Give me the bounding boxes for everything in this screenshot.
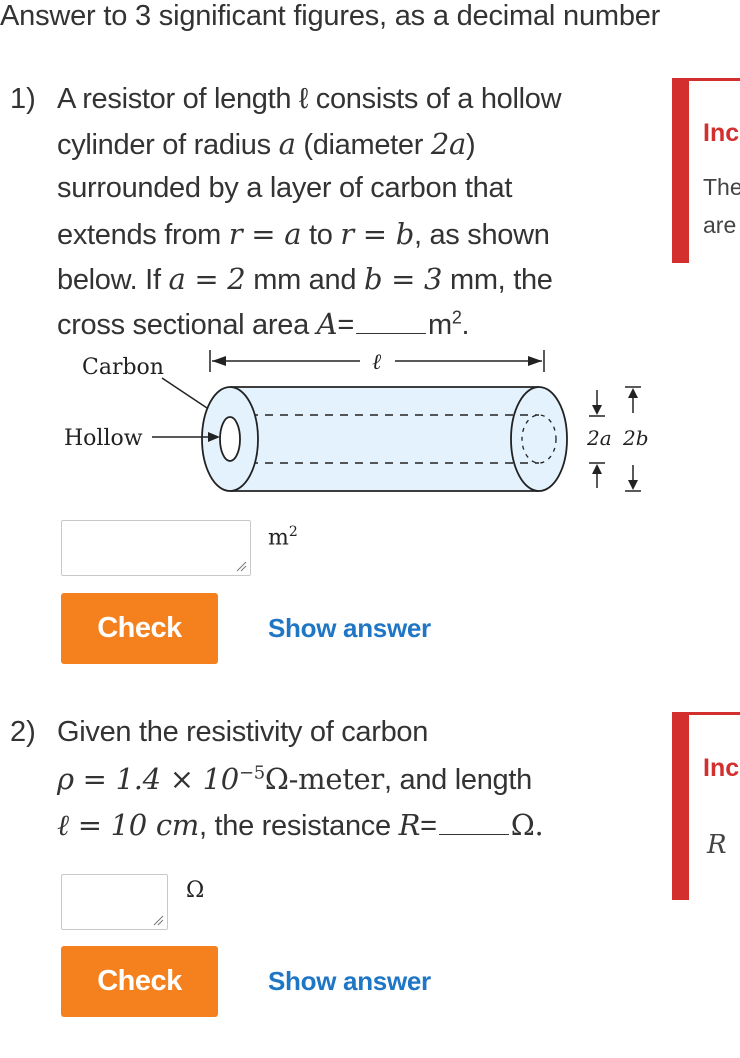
check-button-q2[interactable]: Check (61, 946, 218, 1017)
answer-blank (438, 810, 509, 835)
check-button-q1[interactable]: Check (61, 593, 218, 664)
question-text-line: below. If a = 2 mm and b = 3 mm, the (57, 262, 553, 296)
hollow-bore (219, 416, 241, 462)
unit-label-q1: m2 (268, 524, 298, 551)
resize-grip-icon[interactable] (236, 561, 247, 572)
question-text-line: cylinder of radius a (diameter 2a) (57, 127, 476, 161)
feedback-text: R (707, 830, 727, 860)
feedback-panel-q1: Inc The are (672, 78, 740, 263)
feedback-panel-q2: Inc R (672, 712, 740, 900)
question-text-line: cross sectional area A= m2. (57, 307, 470, 341)
instruction-text: Answer to 3 significant figures, as a de… (0, 0, 661, 32)
question-text-line: Given the resistivity of carbon (57, 716, 429, 748)
show-answer-link-q1[interactable]: Show answer (268, 613, 431, 644)
feedback-text: are (703, 212, 737, 238)
resistor-cylinder-figure: Carbon ℓ Hollow 2a 2b (64, 350, 649, 492)
feedback-text: The (703, 174, 740, 200)
feedback-title: Inc (703, 754, 740, 782)
question-text-line: extends from r = a to r = b, as shown (57, 217, 550, 251)
answer-input-q2[interactable] (61, 874, 168, 930)
question-text-line: surrounded by a layer of carbon that (57, 172, 513, 204)
answer-input-q1[interactable] (61, 520, 251, 576)
hollow-label: Hollow (64, 426, 143, 451)
dim-2a-label: 2a (586, 426, 612, 450)
question-text-line: ℓ = 10 cm, the resistance R= Ω. (57, 808, 544, 842)
show-answer-link-q2[interactable]: Show answer (268, 966, 431, 997)
question-text-line: A resistor of length ℓ consists of a hol… (57, 83, 562, 115)
question-text-line: ρ = 1.4 × 10−5Ω-meter, and length (57, 762, 532, 796)
question-number: 2) (10, 716, 36, 748)
resize-grip-icon[interactable] (153, 915, 164, 926)
question-number: 1) (10, 83, 36, 115)
cylinder-end-cap (510, 386, 568, 492)
dim-2b-label: 2b (622, 426, 649, 450)
answer-blank (355, 309, 426, 334)
feedback-title: Inc (703, 119, 740, 147)
unit-label-q2: Ω (186, 878, 205, 903)
length-label: ℓ (372, 350, 382, 375)
carbon-label: Carbon (82, 355, 164, 380)
